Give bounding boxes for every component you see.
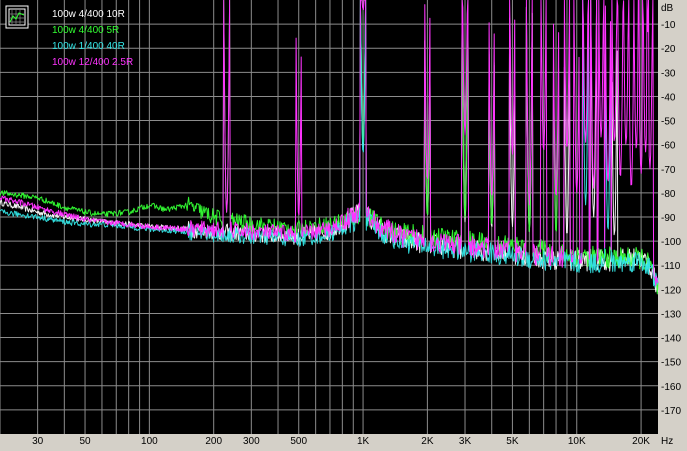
y-tick-label: -140 bbox=[661, 334, 681, 345]
x-tick-label: 1K bbox=[357, 436, 370, 447]
y-tick-label: -110 bbox=[661, 261, 681, 272]
y-tick-label: -10 bbox=[661, 20, 676, 31]
x-tick-label: 3K bbox=[459, 436, 472, 447]
y-axis-label: dB bbox=[661, 3, 674, 14]
legend-entry-magenta: 100w 12/400 2.5R bbox=[52, 57, 133, 68]
y-tick-label: -60 bbox=[661, 141, 676, 152]
legend-entry-white: 100w 4/400 10R bbox=[52, 9, 125, 20]
y-tick-label: -120 bbox=[661, 285, 681, 296]
y-tick-label: -170 bbox=[661, 406, 681, 417]
y-tick-label: -20 bbox=[661, 44, 676, 55]
y-tick-label: -80 bbox=[661, 189, 676, 200]
y-tick-label: -160 bbox=[661, 382, 681, 393]
x-tick-label: 5K bbox=[506, 436, 519, 447]
x-axis-label: Hz bbox=[661, 436, 673, 447]
y-tick-label: -150 bbox=[661, 358, 681, 369]
legend-toggle-button[interactable] bbox=[5, 5, 29, 29]
legend-entry-green: 100w 4/400 5R bbox=[52, 25, 119, 36]
x-tick-label: 100 bbox=[141, 436, 158, 447]
x-tick-label: 30 bbox=[32, 436, 44, 447]
y-tick-label: -30 bbox=[661, 68, 676, 79]
x-tick-label: 300 bbox=[243, 436, 260, 447]
y-tick-label: -100 bbox=[661, 237, 681, 248]
legend-entry-cyan: 100w 1/400 40R bbox=[52, 41, 125, 52]
y-tick-label: -40 bbox=[661, 92, 676, 103]
y-tick-label: -70 bbox=[661, 165, 676, 176]
x-tick-label: 20K bbox=[632, 436, 650, 447]
x-tick-label: 500 bbox=[290, 436, 307, 447]
y-tick-label: -130 bbox=[661, 309, 681, 320]
y-tick-label: -50 bbox=[661, 117, 676, 128]
fft-spectrum-chart: -10 -20 -30 -40 -50 -60 -70 -80 -90 -100 -110 -120 -… bbox=[0, 0, 687, 451]
x-tick-label: 200 bbox=[205, 436, 222, 447]
x-tick-label: 10K bbox=[568, 436, 586, 447]
x-tick-label: 50 bbox=[79, 436, 91, 447]
y-tick-label: -90 bbox=[661, 213, 676, 224]
x-tick-label: 2K bbox=[421, 436, 434, 447]
